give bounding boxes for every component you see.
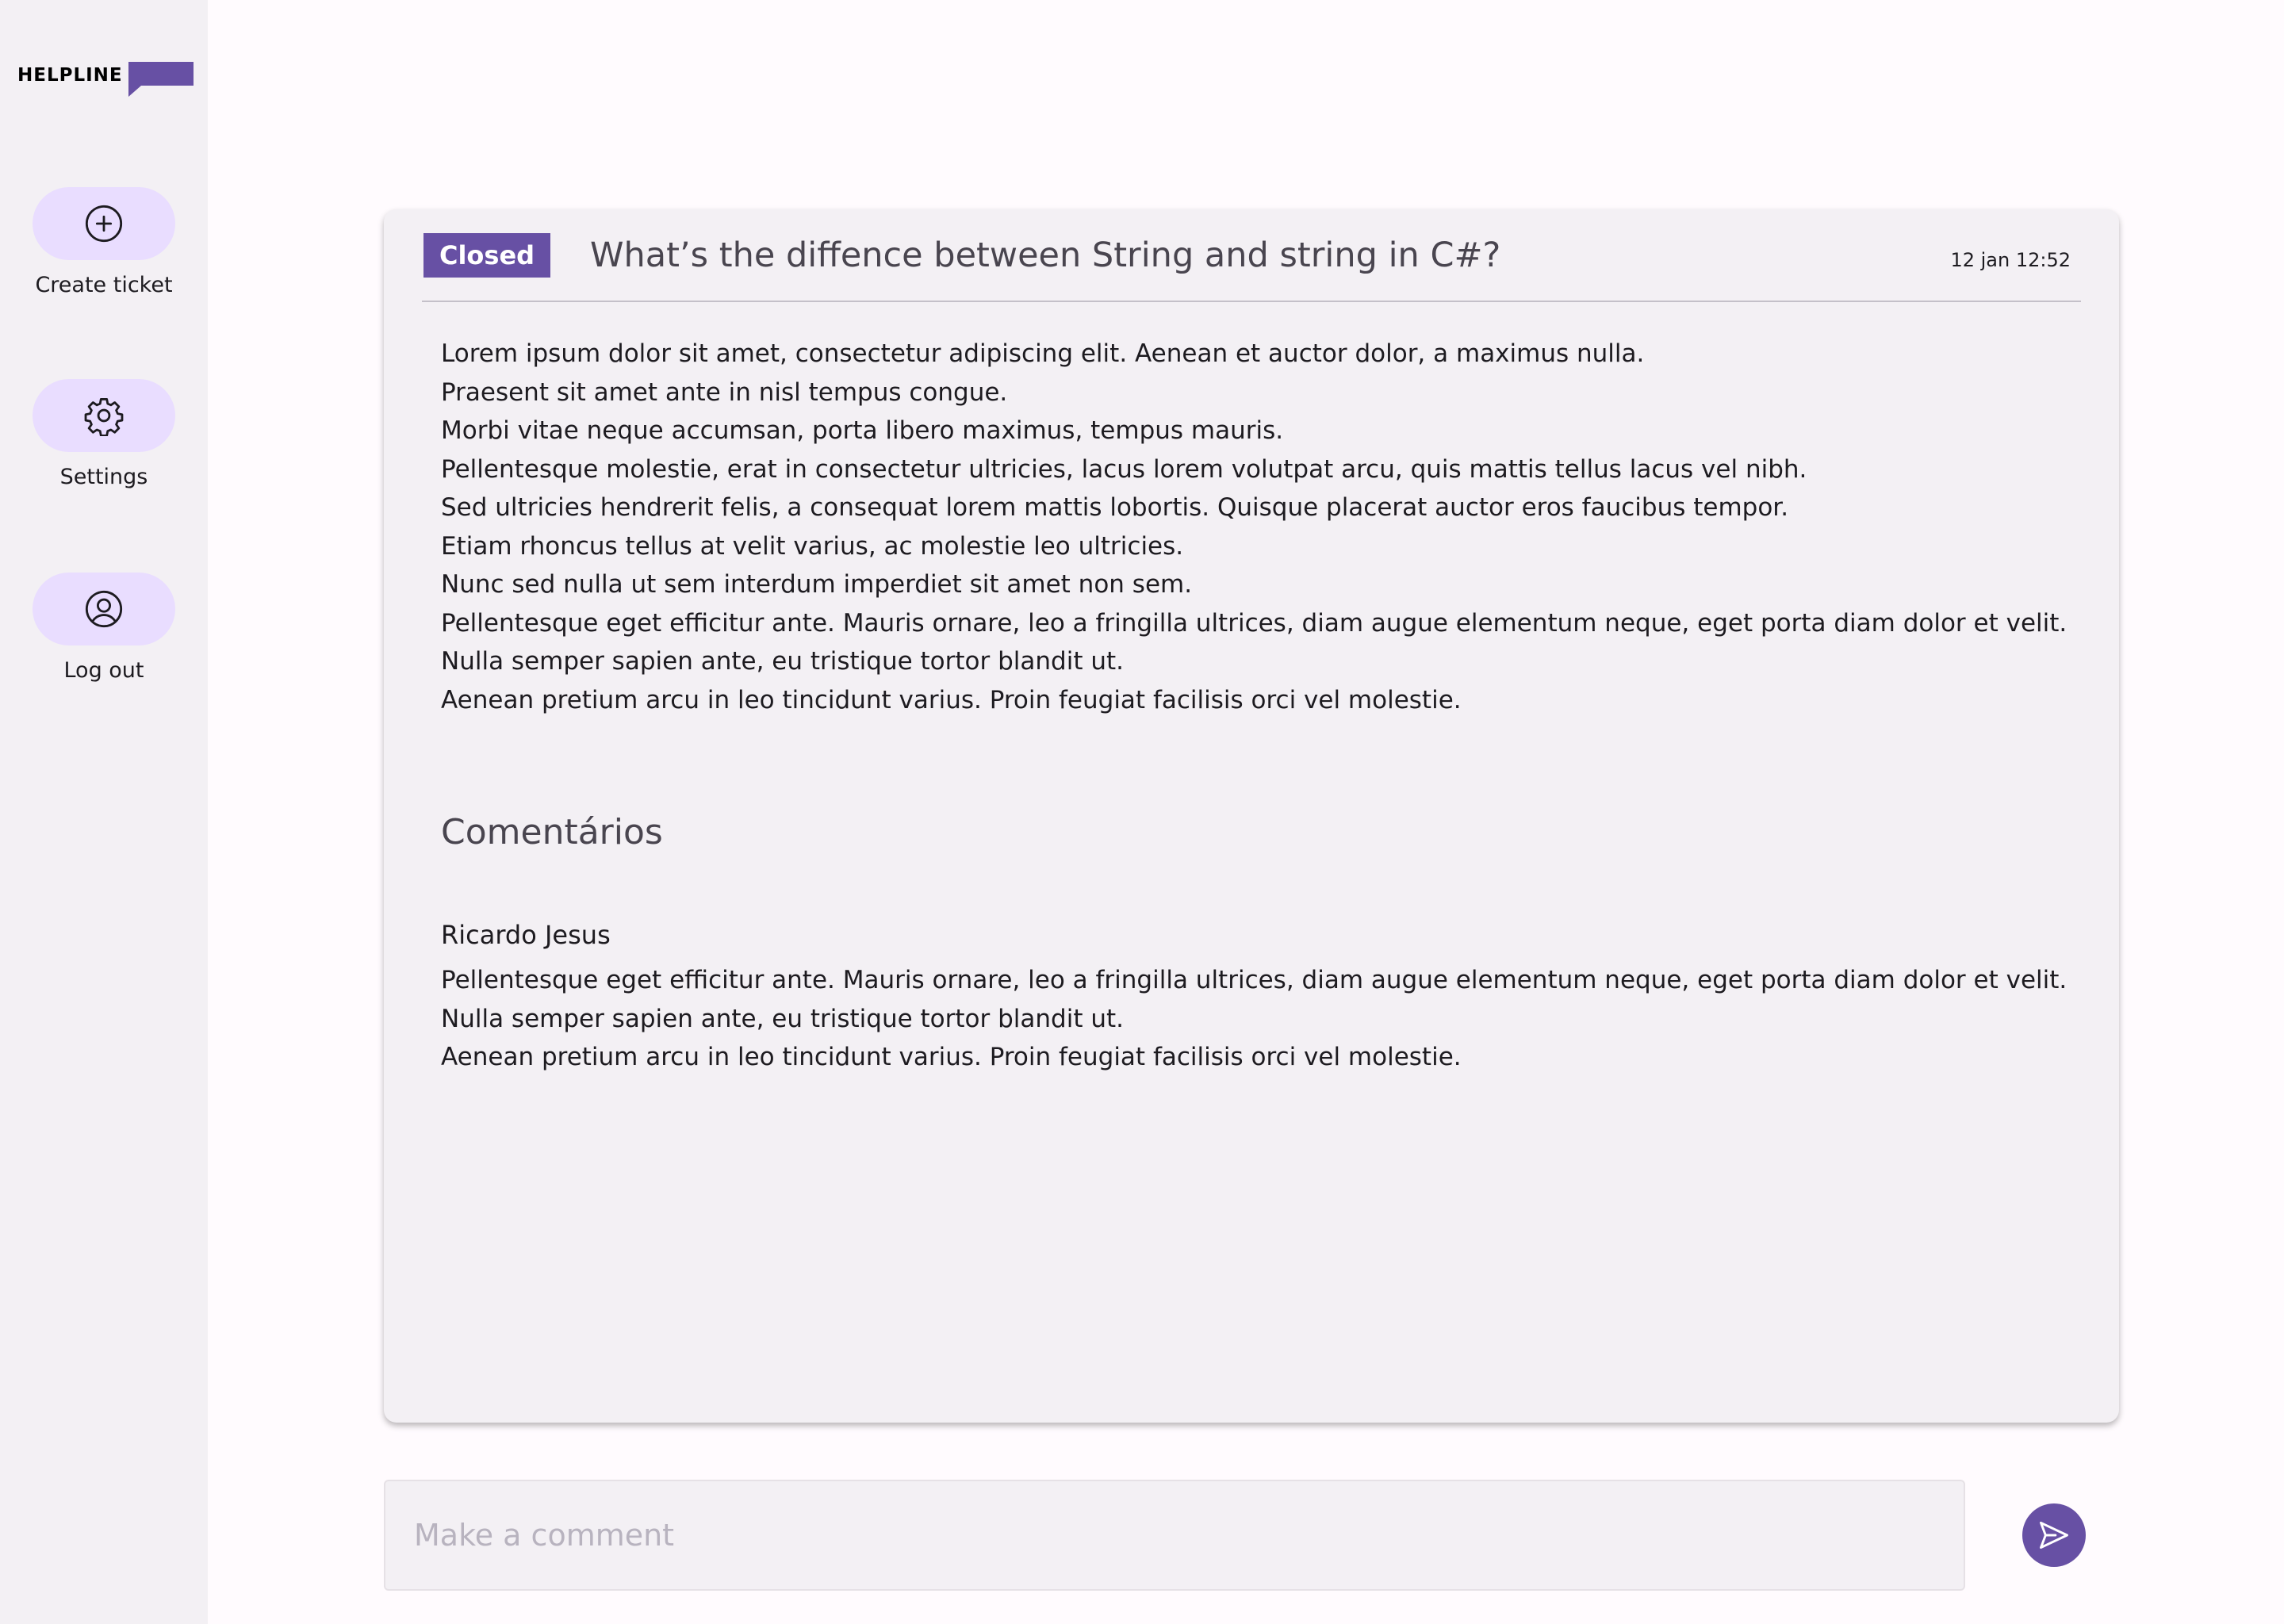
description-line: Etiam rhoncus tellus at velit varius, ac… [441,531,1184,561]
brand-name: HELPLINE [17,65,123,86]
description-line: Praesent sit amet ante in nisl tempus co… [441,377,1008,407]
description-line: Pellentesque molestie, erat in consectet… [441,454,1807,484]
user-circle-icon [85,590,123,628]
description-line: Nunc sed nulla ut sem interdum imperdiet… [441,570,1193,599]
ticket-description: Lorem ipsum dolor sit amet, consectetur … [441,335,2106,719]
ticket-card: Closed What’s the diffence between Strin… [384,209,2119,1423]
create-ticket-button[interactable] [33,187,175,260]
description-line: Sed ultricies hendrerit felis, a consequ… [441,493,1789,522]
comment-line: Aenean pretium arcu in leo tincidunt var… [441,1043,1462,1071]
comment-line: Nulla semper sapien ante, eu tristique t… [441,1004,1125,1033]
log-out-button[interactable] [33,573,175,645]
settings-button[interactable] [33,379,175,452]
sidebar-item-log-out[interactable]: Log out [0,573,208,683]
send-comment-button[interactable] [2022,1503,2086,1567]
status-badge: Closed [423,233,550,278]
comment-item: Ricardo Jesus Pellentesque eget efficitu… [441,920,2106,1077]
sidebar-item-create-ticket[interactable]: Create ticket [0,187,208,297]
description-line: Pellentesque eget efficitur ante. Mauris… [441,608,2067,638]
title-divider [422,301,2081,302]
chat-flag-icon [128,62,194,97]
description-line: Morbi vitae neque accumsan, porta libero… [441,416,1284,445]
sidebar-item-label: Create ticket [35,273,173,297]
comment-input[interactable] [384,1480,1965,1591]
plus-circle-icon [85,205,123,243]
send-icon [2040,1521,2068,1549]
sidebar-item-settings[interactable]: Settings [0,379,208,489]
sidebar-item-label: Log out [63,658,144,683]
comment-author: Ricardo Jesus [441,920,611,950]
comment-line: Pellentesque eget efficitur ante. Mauris… [441,966,2067,994]
brand-logo[interactable]: HELPLINE [17,62,194,98]
sidebar-item-label: Settings [59,465,148,489]
comments-heading: Comentários [441,812,663,852]
description-line: Aenean pretium arcu in leo tincidunt var… [441,685,1462,714]
gear-icon [84,398,124,436]
description-line: Nulla semper sapien ante, eu tristique t… [441,647,1125,676]
sidebar: HELPLINE Create ticket Settings Log out [0,0,208,1624]
ticket-timestamp: 12 jan 12:52 [1950,249,2071,271]
ticket-title: What’s the diffence between String and s… [590,236,1501,275]
description-line: Lorem ipsum dolor sit amet, consectetur … [441,339,1645,368]
